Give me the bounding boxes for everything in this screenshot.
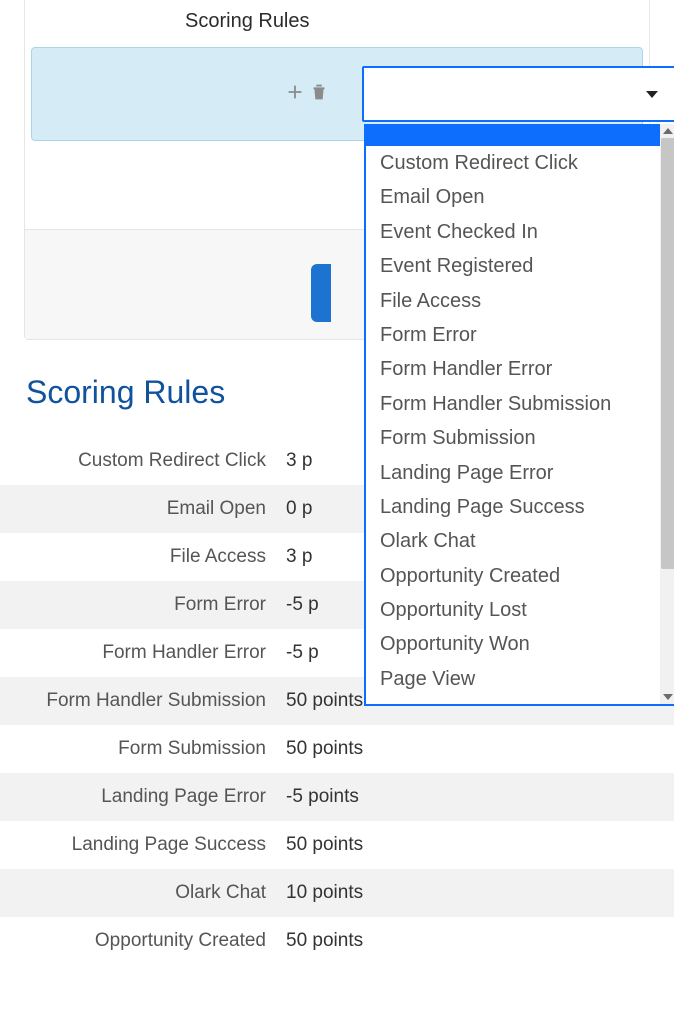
dropdown-option[interactable]: Email Open bbox=[366, 180, 660, 214]
dropdown-option[interactable]: Landing Page Success bbox=[366, 490, 660, 524]
dropdown-option[interactable]: Form Error bbox=[366, 318, 660, 352]
rule-value: 3 p bbox=[286, 546, 312, 568]
arrow-up-icon bbox=[663, 128, 673, 134]
rule-value: -5 p bbox=[286, 594, 319, 616]
rule-label: Email Open bbox=[0, 498, 286, 520]
rule-type-select-wrapper: Custom Redirect Click Email Open Event C… bbox=[362, 66, 674, 122]
rule-label: Form Submission bbox=[0, 738, 286, 760]
rule-builder-row: Custom Redirect Click Email Open Event C… bbox=[31, 47, 643, 141]
rule-value: 50 points bbox=[286, 930, 363, 952]
rule-label: Olark Chat bbox=[0, 882, 286, 904]
table-row: Landing Page Error -5 points bbox=[0, 773, 674, 821]
dropdown-option[interactable]: Opportunity Lost bbox=[366, 593, 660, 627]
dropdown-option[interactable]: Page View bbox=[366, 662, 660, 696]
scroll-track[interactable] bbox=[660, 138, 674, 690]
rule-value: -5 p bbox=[286, 642, 319, 664]
rule-value: 50 points bbox=[286, 690, 363, 712]
dropdown-option[interactable]: Event Registered bbox=[366, 249, 660, 283]
rule-label: Custom Redirect Click bbox=[0, 450, 286, 472]
rule-value: 0 p bbox=[286, 498, 312, 520]
dropdown-option-list: Custom Redirect Click Email Open Event C… bbox=[366, 124, 660, 704]
rule-label: Form Handler Submission bbox=[0, 690, 286, 712]
rule-type-dropdown: Custom Redirect Click Email Open Event C… bbox=[364, 124, 674, 706]
rule-type-select[interactable] bbox=[362, 66, 674, 122]
scroll-up-button[interactable] bbox=[660, 124, 674, 138]
dropdown-option[interactable]: Olark Chat bbox=[366, 524, 660, 558]
dropdown-option[interactable]: Event Checked In bbox=[366, 215, 660, 249]
rule-value: 50 points bbox=[286, 834, 363, 856]
rule-row-handle-icons bbox=[284, 81, 330, 108]
panel-header: Scoring Rules bbox=[25, 0, 649, 47]
rule-value: 50 points bbox=[286, 738, 363, 760]
dropdown-option[interactable]: Form Handler Submission bbox=[366, 387, 660, 421]
rule-label: Landing Page Success bbox=[0, 834, 286, 856]
dropdown-option[interactable]: Custom Redirect Click bbox=[366, 146, 660, 180]
chevron-down-icon bbox=[646, 91, 658, 98]
rule-label: Opportunity Created bbox=[0, 930, 286, 952]
trash-icon[interactable] bbox=[308, 81, 330, 108]
scoring-rules-panel: Scoring Rules Custom Redirect Click Emai… bbox=[24, 0, 650, 340]
rule-value: 3 p bbox=[286, 450, 312, 472]
arrow-down-icon bbox=[663, 694, 673, 700]
dropdown-option[interactable]: Form Handler Error bbox=[366, 352, 660, 386]
dropdown-option[interactable]: Form Submission bbox=[366, 421, 660, 455]
dropdown-option[interactable]: File Access bbox=[366, 284, 660, 318]
primary-button-edge[interactable] bbox=[311, 264, 331, 322]
dropdown-option[interactable]: Site Search Query bbox=[366, 696, 660, 704]
table-row: Opportunity Created 50 points bbox=[0, 917, 674, 965]
scroll-thumb[interactable] bbox=[661, 138, 674, 569]
dropdown-option-blank[interactable] bbox=[366, 124, 660, 146]
rule-label: Form Handler Error bbox=[0, 642, 286, 664]
table-row: Landing Page Success 50 points bbox=[0, 821, 674, 869]
table-row: Olark Chat 10 points bbox=[0, 869, 674, 917]
add-icon[interactable] bbox=[284, 81, 306, 108]
dropdown-scrollbar[interactable] bbox=[660, 124, 674, 704]
scroll-down-button[interactable] bbox=[660, 690, 674, 704]
rule-label: File Access bbox=[0, 546, 286, 568]
rule-value: -5 points bbox=[286, 786, 359, 808]
dropdown-option[interactable]: Opportunity Created bbox=[366, 559, 660, 593]
rule-value: 10 points bbox=[286, 882, 363, 904]
rule-label: Form Error bbox=[0, 594, 286, 616]
dropdown-option[interactable]: Opportunity Won bbox=[366, 627, 660, 661]
table-row: Form Submission 50 points bbox=[0, 725, 674, 773]
rule-label: Landing Page Error bbox=[0, 786, 286, 808]
dropdown-option[interactable]: Landing Page Error bbox=[366, 456, 660, 490]
